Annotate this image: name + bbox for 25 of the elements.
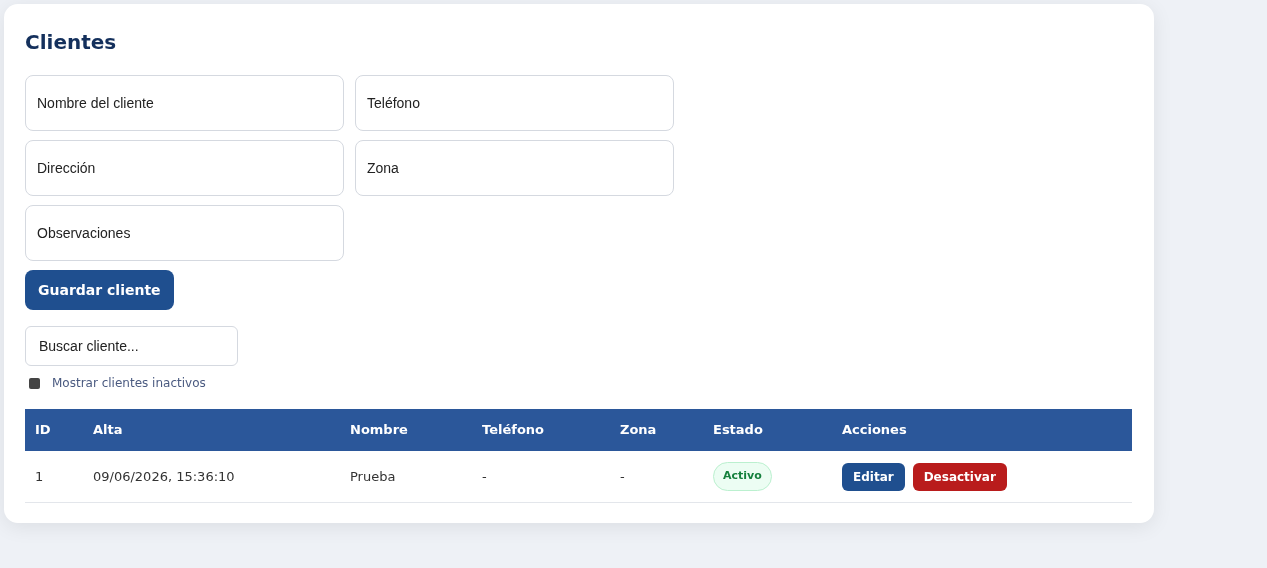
column-header: Alta bbox=[93, 422, 123, 438]
status-badge: Activo bbox=[713, 462, 772, 491]
table-cell: Prueba bbox=[350, 468, 396, 484]
search-field[interactable]: Buscar cliente... bbox=[25, 326, 238, 366]
input-field[interactable]: Zona bbox=[355, 140, 674, 196]
checkbox-label: Mostrar clientes inactivos bbox=[52, 375, 206, 392]
table-cell: 1 bbox=[35, 468, 44, 484]
column-header: Zona bbox=[620, 422, 657, 438]
column-header: Nombre bbox=[350, 422, 408, 438]
column-header: ID bbox=[35, 422, 51, 438]
input-field[interactable]: Nombre del cliente bbox=[25, 75, 344, 131]
table-cell: - bbox=[620, 468, 625, 484]
page-title: Clientes bbox=[25, 30, 118, 54]
table-cell: - bbox=[482, 468, 487, 484]
save-button[interactable]: Guardar cliente bbox=[25, 270, 174, 310]
input-field[interactable]: Observaciones bbox=[25, 205, 344, 261]
input-field[interactable]: Teléfono bbox=[355, 75, 674, 131]
column-header: Teléfono bbox=[482, 422, 544, 438]
action-button[interactable]: Editar bbox=[842, 462, 905, 491]
table-cell: 09/06/2026, 15:36:10 bbox=[93, 468, 235, 484]
column-header: Estado bbox=[713, 422, 763, 438]
checkbox[interactable] bbox=[29, 377, 40, 389]
input-field[interactable]: Dirección bbox=[25, 140, 344, 196]
column-header: Acciones bbox=[842, 422, 907, 438]
action-button[interactable]: Desactivar bbox=[912, 462, 1007, 491]
